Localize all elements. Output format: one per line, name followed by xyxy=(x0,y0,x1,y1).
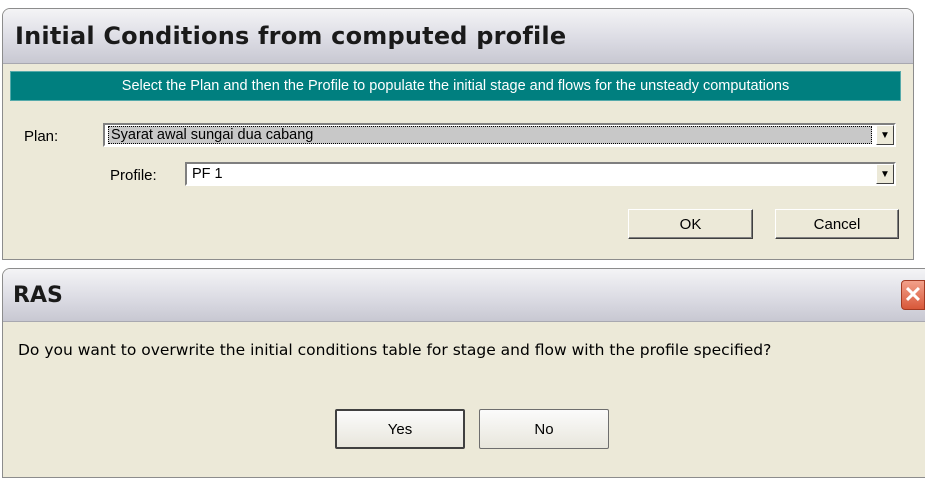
chevron-down-icon[interactable]: ▼ xyxy=(876,164,894,184)
no-button[interactable]: No xyxy=(479,409,609,449)
cancel-button[interactable]: Cancel xyxy=(775,209,899,239)
plan-dropdown[interactable]: Syarat awal sungai dua cabang ▼ xyxy=(103,123,896,147)
dialog-body: Select the Plan and then the Profile to … xyxy=(3,64,913,259)
confirm-message: Do you want to overwrite the initial con… xyxy=(18,341,772,359)
instruction-banner: Select the Plan and then the Profile to … xyxy=(10,71,901,101)
title-bar[interactable]: RAS ✕ xyxy=(3,269,925,322)
close-icon[interactable]: ✕ xyxy=(901,280,925,310)
profile-label: Profile: xyxy=(110,167,157,184)
yes-button[interactable]: Yes xyxy=(335,409,465,449)
chevron-down-icon[interactable]: ▼ xyxy=(876,125,894,145)
ras-confirm-dialog: RAS ✕ Do you want to overwrite the initi… xyxy=(2,268,925,478)
plan-value: Syarat awal sungai dua cabang xyxy=(108,126,872,144)
dialog-title: RAS xyxy=(13,282,63,308)
title-bar[interactable]: Initial Conditions from computed profile xyxy=(3,9,913,64)
profile-dropdown[interactable]: PF 1 ▼ xyxy=(185,162,896,186)
profile-value: PF 1 xyxy=(192,166,223,182)
initial-conditions-dialog: Initial Conditions from computed profile… xyxy=(2,8,914,260)
plan-label: Plan: xyxy=(24,128,59,145)
dialog-title: Initial Conditions from computed profile xyxy=(15,22,567,50)
ok-button[interactable]: OK xyxy=(628,209,753,239)
